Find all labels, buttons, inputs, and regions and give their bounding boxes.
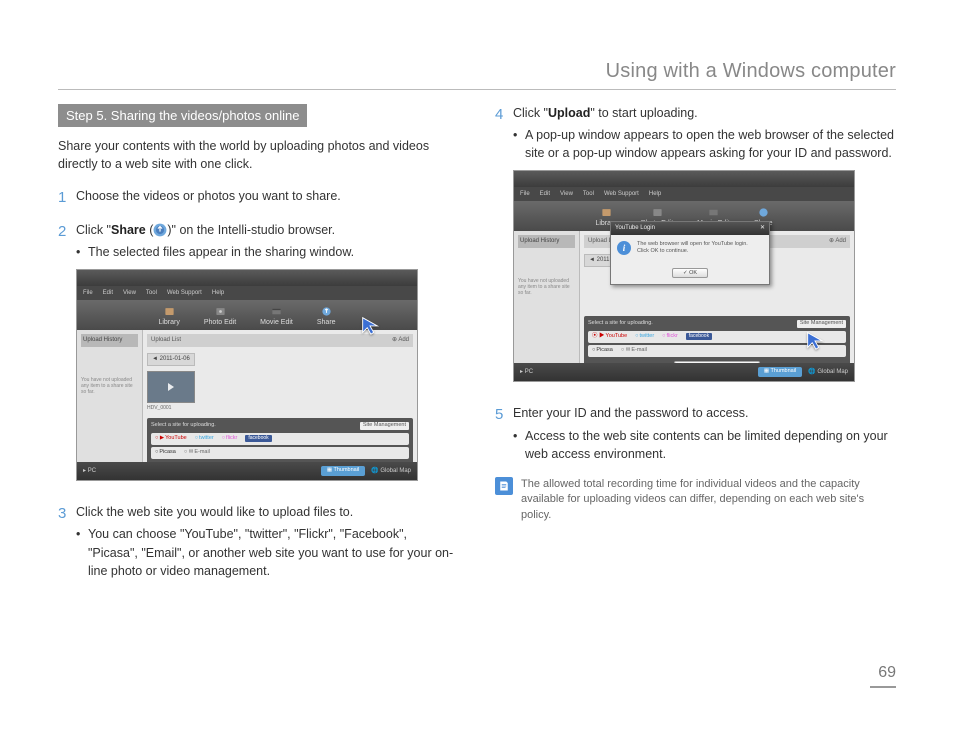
step-number: 1: [58, 187, 76, 209]
tab-library: Library: [158, 306, 179, 328]
info-icon: i: [617, 241, 631, 255]
text-fragment: )" on the Intelli-studio browser.: [167, 223, 335, 237]
bold-word: Share: [111, 223, 146, 237]
close-icon: ✕: [760, 224, 765, 233]
step-text: Click "Share ( )" on the Intelli-studio b…: [76, 223, 335, 237]
page-number-rule: [870, 686, 896, 688]
right-column: 4 Click "Upload" to start uploading. A p…: [495, 104, 896, 594]
sub-bullet: A pop-up window appears to open the web …: [513, 126, 896, 162]
step-number: 5: [495, 404, 513, 464]
step-2: 2 Click "Share ()" on the Intelli-studio…: [58, 221, 459, 491]
step-text: Click the web site you would like to upl…: [76, 505, 353, 519]
step-text: Enter your ID and the password to access…: [513, 406, 749, 420]
pointer-arrow-icon: [804, 329, 826, 351]
pointer-arrow-icon: [359, 314, 381, 336]
sub-bullet: The selected files appear in the sharing…: [76, 243, 459, 261]
tab-share: Share: [317, 306, 336, 328]
text-fragment: Click ": [76, 223, 111, 237]
left-column: Step 5. Sharing the videos/photos online…: [58, 104, 459, 594]
text-fragment: (: [146, 223, 154, 237]
bold-word: Upload: [548, 106, 590, 120]
intro-text: Share your contents with the world by up…: [58, 137, 459, 173]
step-1: 1 Choose the videos or photos you want t…: [58, 187, 459, 209]
step-4: 4 Click "Upload" to start uploading. A p…: [495, 104, 896, 392]
screenshot-login-dialog: FileEditViewToolWeb SupportHelp Library …: [513, 170, 855, 382]
sub-bullet: Access to the web site contents can be l…: [513, 427, 896, 463]
login-dialog: YouTube Login✕ i The web browser will op…: [610, 221, 770, 285]
ok-button: ✓ OK: [672, 268, 708, 278]
video-thumbnail: [147, 371, 195, 403]
step-3: 3 Click the web site you would like to u…: [58, 503, 459, 582]
page-number: 69: [878, 664, 896, 682]
tab-movie: Movie Edit: [260, 306, 293, 328]
text-fragment: " to start uploading.: [590, 106, 697, 120]
screenshot-share-window: FileEditViewToolWeb SupportHelp Library …: [76, 269, 418, 481]
step-text: Choose the videos or photos you want to …: [76, 189, 341, 203]
note-block: The allowed total recording time for ind…: [495, 477, 896, 523]
note-icon: [495, 477, 513, 495]
step-number: 3: [58, 503, 76, 582]
page-header-title: Using with a Windows computer: [58, 60, 896, 83]
text-fragment: Click ": [513, 106, 548, 120]
step-5: 5 Enter your ID and the password to acce…: [495, 404, 896, 464]
note-text: The allowed total recording time for ind…: [521, 477, 896, 523]
tab-photo: Photo Edit: [204, 306, 236, 328]
share-icon: [153, 223, 167, 237]
step-text: Click "Upload" to start uploading.: [513, 106, 698, 120]
step-banner: Step 5. Sharing the videos/photos online: [58, 104, 307, 127]
step-number: 4: [495, 104, 513, 392]
header-rule: [58, 89, 896, 90]
step-number: 2: [58, 221, 76, 491]
sub-bullet: You can choose "YouTube", "twitter", "Fl…: [76, 525, 459, 579]
